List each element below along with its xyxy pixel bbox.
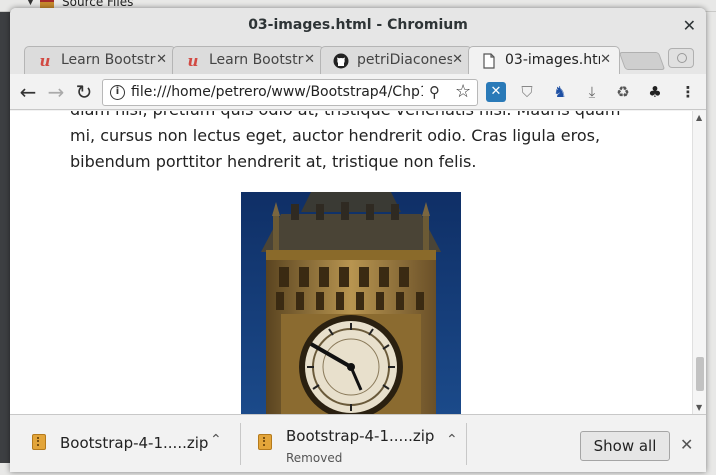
download-item[interactable]: Bootstrap-4-1.....zip Removed ⌃ [236,415,468,472]
download-icon[interactable]: ⤓ [582,82,602,102]
zip-file-icon [258,434,272,450]
window-titlebar: 03-images.html - Chromium ✕ [10,8,706,44]
profile-icon[interactable] [668,48,694,68]
browser-toolbar: ← → ↻ i file:///home/petrero/www/Bootstr… [10,74,706,110]
window-title: 03-images.html - Chromium [248,17,468,33]
new-tab-button[interactable] [618,52,666,70]
info-icon[interactable]: i [110,85,125,100]
tab-learn-bootstrap-1[interactable]: u Learn Bootstrap 4 ✕ [24,46,176,74]
scroll-down-icon[interactable]: ▼ [696,403,702,412]
chevron-up-icon[interactable]: ⌃ [446,432,458,448]
tab-strip: u Learn Bootstrap 4 ✕ u Learn Bootstrap … [10,44,706,74]
vertical-scrollbar[interactable]: ▲ ▼ [692,111,706,414]
lorem-paragraph: diam nisi, pretium quis odio at, tristiq… [70,111,620,171]
gnome-icon[interactable]: ♣ [645,82,665,102]
window-close-icon[interactable]: ✕ [683,16,696,35]
browser-window: 03-images.html - Chromium ✕ u Learn Boot… [10,8,706,472]
recycle-icon[interactable]: ♻ [613,82,633,102]
expand-arrow-icon: ▼ [27,0,34,7]
scroll-up-icon[interactable]: ▲ [696,113,702,122]
tab-label: 03-images.html [505,52,600,68]
tab-label: Learn Bootstrap 4 [209,52,304,68]
tab-close-icon[interactable]: ✕ [304,52,315,67]
extension-x-icon[interactable]: ✕ [486,82,506,102]
tab-github[interactable]: petriDiaconescu ✕ [320,46,472,74]
shield-icon[interactable]: ⛉ [517,82,537,102]
udemy-icon: u [39,52,51,70]
zoom-icon[interactable]: ⚲ [429,83,440,101]
tab-close-icon[interactable]: ✕ [600,52,611,67]
bookmark-star-icon[interactable]: ☆ [455,81,471,102]
github-icon [333,53,349,69]
download-filename[interactable]: Bootstrap-4-1.....zip [286,427,434,445]
tab-label: Learn Bootstrap 4 [61,52,156,68]
menu-kebab-icon[interactable]: ⋮ [678,82,698,102]
big-ben-image [241,192,461,414]
tab-close-icon[interactable]: ✕ [156,52,167,67]
scrollbar-thumb[interactable] [696,357,704,391]
close-icon[interactable]: ✕ [680,435,693,454]
download-status: Removed [286,451,343,465]
tab-label: petriDiaconescu [357,52,452,68]
reload-icon[interactable]: ↻ [72,80,96,104]
back-arrow-icon[interactable]: ← [16,80,40,104]
tab-close-icon[interactable]: ✕ [452,52,463,67]
zip-file-icon [32,434,46,450]
forward-arrow-icon[interactable]: → [44,80,68,104]
horse-icon[interactable]: ♞ [550,82,570,102]
tab-03-images[interactable]: 03-images.html ✕ [468,46,620,74]
download-shelf: Bootstrap-4-1.....zip ⌃ Bootstrap-4-1...… [10,414,706,472]
download-item[interactable]: Bootstrap-4-1.....zip ⌃ [10,415,240,472]
divider [466,423,467,465]
page-content: diam nisi, pretium quis odio at, tristiq… [10,111,692,414]
show-all-button[interactable]: Show all [580,431,670,461]
download-filename[interactable]: Bootstrap-4-1.....zip [60,434,208,452]
address-bar[interactable]: i file:///home/petrero/www/Bootstrap4/Ch… [102,79,478,106]
udemy-icon: u [187,52,199,70]
tab-learn-bootstrap-2[interactable]: u Learn Bootstrap 4 ✕ [172,46,324,74]
chevron-up-icon[interactable]: ⌃ [210,432,222,448]
page-icon [481,53,497,69]
url-text[interactable]: file:///home/petrero/www/Bootstrap4/Chp1… [131,84,423,100]
